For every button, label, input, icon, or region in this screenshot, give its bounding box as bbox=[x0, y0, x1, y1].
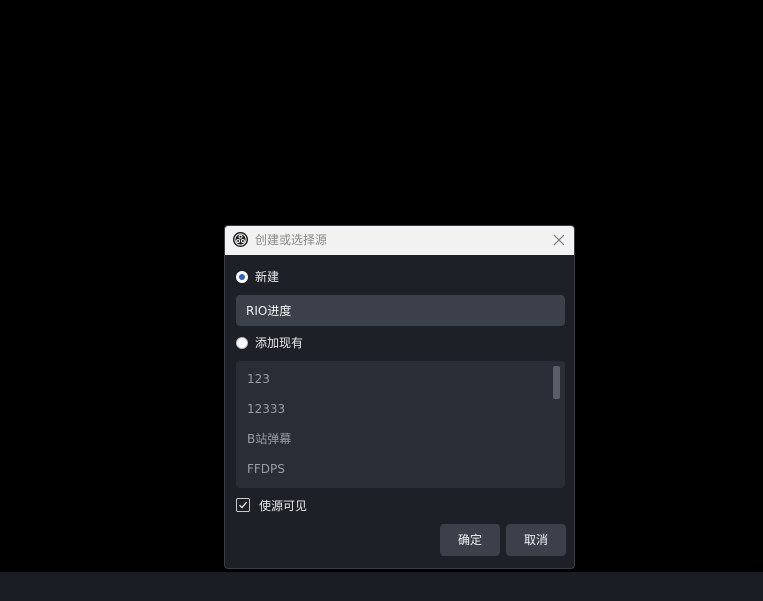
source-name-input[interactable] bbox=[236, 295, 565, 326]
list-item[interactable]: FFDPS bbox=[247, 461, 285, 477]
add-existing-radio[interactable] bbox=[236, 337, 248, 349]
ok-button[interactable]: 确定 bbox=[440, 524, 500, 556]
add-existing-label[interactable]: 添加现有 bbox=[255, 335, 303, 351]
list-scrollbar[interactable] bbox=[553, 366, 560, 399]
existing-sources-list[interactable]: 123 12333 B站弹幕 FFDPS bbox=[236, 361, 565, 488]
cancel-button[interactable]: 取消 bbox=[506, 524, 566, 556]
list-item[interactable]: B站弹幕 bbox=[247, 431, 291, 447]
background-taskbar bbox=[0, 572, 763, 601]
new-source-radio[interactable] bbox=[236, 271, 248, 283]
dialog-title: 创建或选择源 bbox=[255, 233, 328, 247]
checkmark-icon bbox=[239, 501, 248, 509]
list-item[interactable]: 123 bbox=[247, 371, 270, 387]
dialog-titlebar: 创建或选择源 bbox=[225, 226, 574, 255]
create-select-source-dialog: 创建或选择源 新建 添加现有 123 12333 B站弹幕 FFDPS 使源可见… bbox=[224, 225, 575, 569]
close-icon[interactable] bbox=[550, 231, 568, 249]
visible-checkbox-label[interactable]: 使源可见 bbox=[259, 498, 307, 514]
obs-logo-icon bbox=[233, 232, 248, 247]
list-item[interactable]: 12333 bbox=[247, 401, 285, 417]
new-source-label[interactable]: 新建 bbox=[255, 269, 279, 285]
visible-checkbox[interactable] bbox=[236, 498, 250, 512]
